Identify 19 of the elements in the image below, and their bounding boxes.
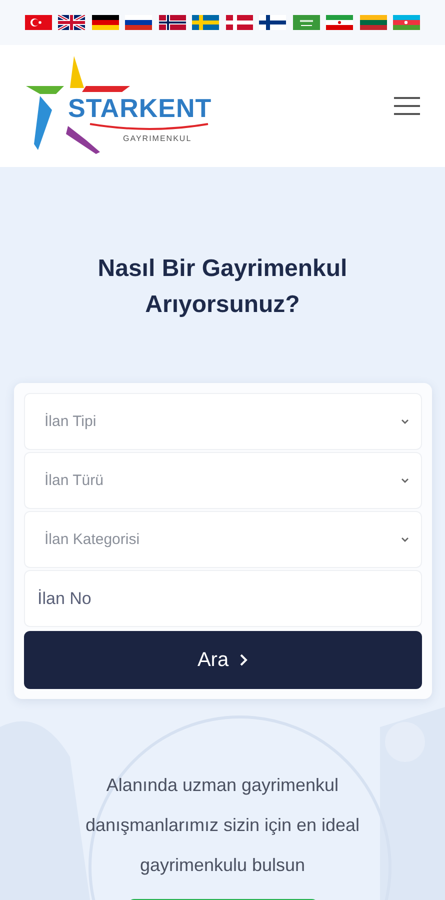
menu-icon[interactable] bbox=[393, 95, 421, 117]
logo-name: STARKENT bbox=[68, 94, 212, 122]
flag-icon[interactable] bbox=[259, 15, 286, 30]
select-field[interactable]: İlan Türü bbox=[24, 452, 422, 509]
select-field[interactable]: İlan Kategorisi bbox=[24, 511, 422, 568]
select-field[interactable]: İlan Tipi bbox=[24, 393, 422, 450]
flag-icon[interactable] bbox=[92, 15, 119, 30]
search-button[interactable]: Ara bbox=[24, 631, 422, 689]
flag-icon[interactable] bbox=[158, 15, 186, 30]
chevron-down-icon bbox=[400, 418, 408, 424]
chevron-down-icon bbox=[400, 536, 408, 542]
flag-icon[interactable] bbox=[58, 15, 86, 30]
hero-title: Nasıl Bir Gayrimenkul Arıyorsunuz? bbox=[96, 254, 348, 320]
chevron-right-icon bbox=[238, 653, 248, 667]
input-field[interactable]: İlan No bbox=[24, 570, 422, 627]
intro-text: Alanında uzman gayrimenkul danışmanlarımız sizin için en ideal gayrimenkulu bulsun bbox=[84, 774, 361, 877]
logo-tagline: GAYRIMENKUL bbox=[123, 134, 192, 143]
chevron-down-icon bbox=[400, 478, 408, 484]
flag-icon[interactable] bbox=[125, 15, 152, 30]
